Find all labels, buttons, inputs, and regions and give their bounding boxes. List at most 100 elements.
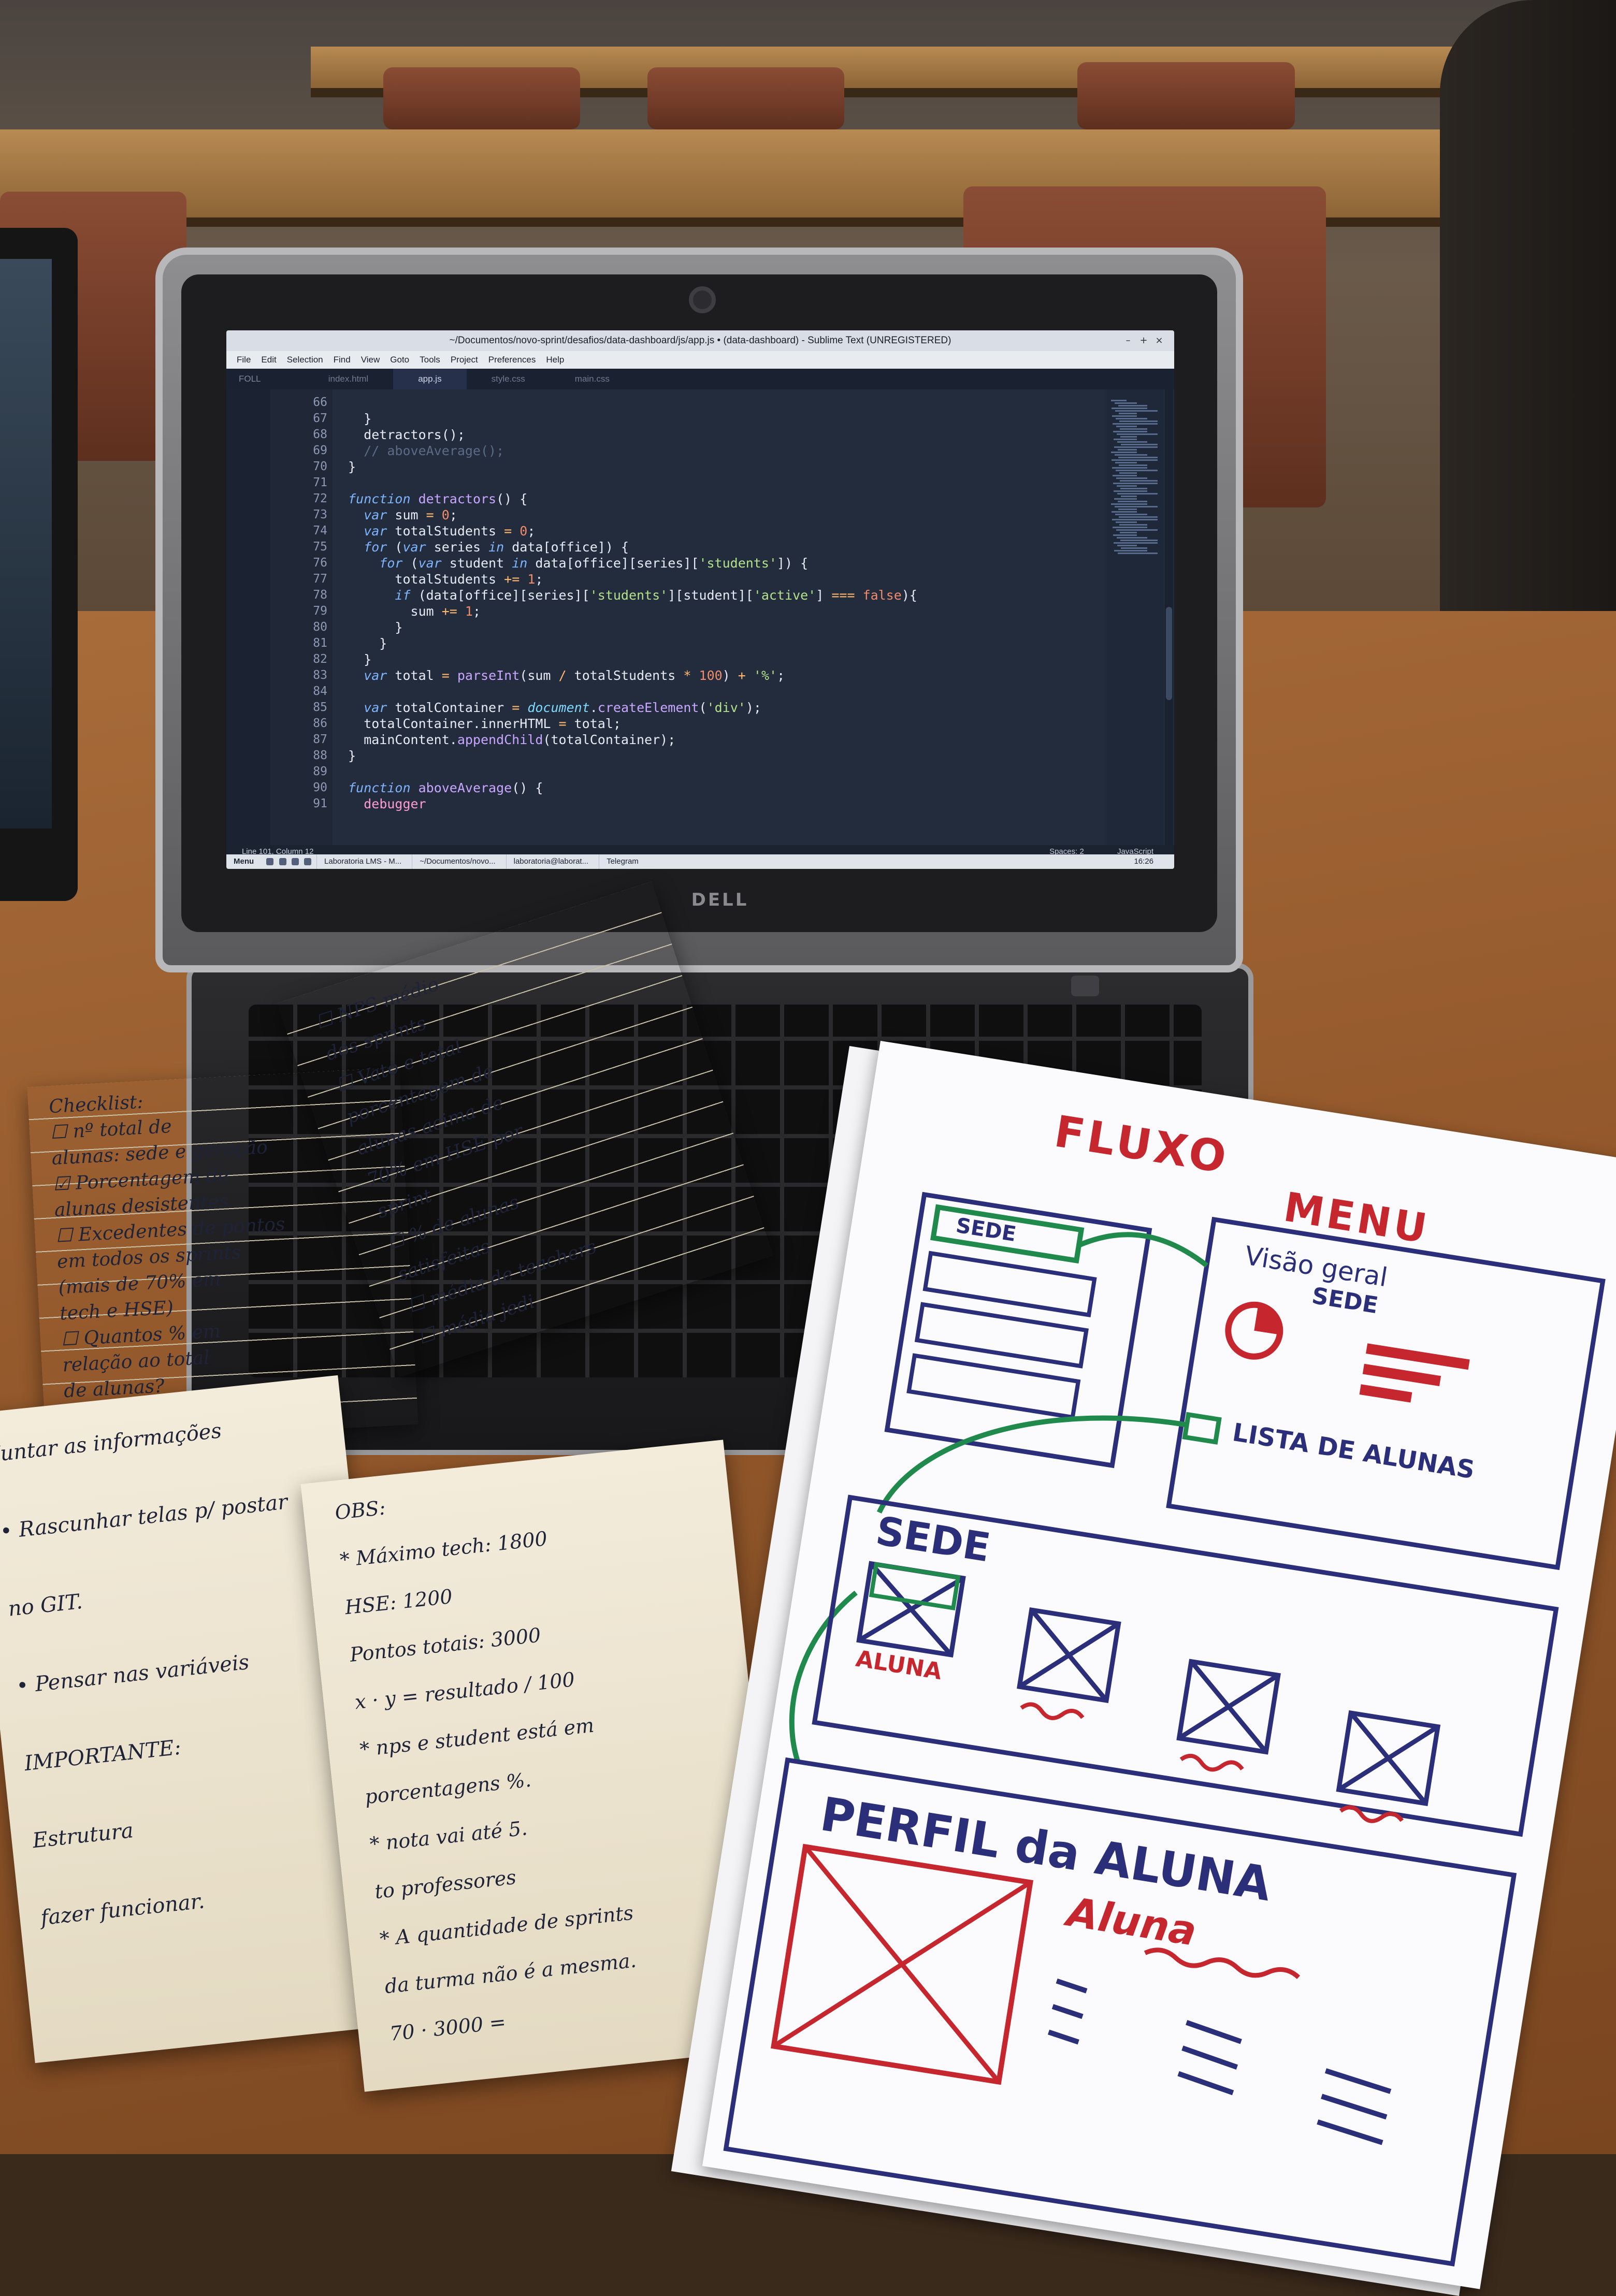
minimap[interactable] bbox=[1107, 389, 1164, 845]
menu-item-view[interactable]: View bbox=[361, 351, 380, 369]
minimap-line bbox=[1114, 542, 1158, 544]
minimap-line bbox=[1119, 464, 1147, 466]
code-line[interactable]: function detractors() { bbox=[333, 491, 527, 507]
code-line[interactable]: totalContainer.innerHTML = total; bbox=[333, 716, 621, 732]
tab-main-css[interactable]: main.css bbox=[550, 369, 634, 389]
minimap-line bbox=[1116, 529, 1158, 531]
code-line[interactable]: } bbox=[333, 619, 402, 635]
minimap-line bbox=[1121, 547, 1147, 549]
line-number: 80 bbox=[313, 620, 327, 634]
minimap-line bbox=[1113, 534, 1137, 536]
tab-style-css[interactable]: style.css bbox=[467, 369, 550, 389]
scroll-thumb[interactable] bbox=[1166, 607, 1172, 700]
app-icon[interactable] bbox=[279, 858, 286, 866]
code-line[interactable]: function aboveAverage() { bbox=[333, 780, 543, 796]
code-line[interactable]: detractors(); bbox=[333, 427, 465, 443]
line-number: 81 bbox=[313, 636, 327, 650]
laptop-screen: ~/Documentos/novo-sprint/desafios/data-d… bbox=[226, 330, 1174, 869]
handwritten-line: Juntar as informações bbox=[0, 1419, 223, 1467]
code-line[interactable]: } bbox=[333, 748, 356, 764]
app-icon[interactable] bbox=[291, 858, 299, 866]
code-line[interactable]: totalStudents += 1; bbox=[333, 571, 543, 587]
line-number: 91 bbox=[313, 797, 327, 810]
code-line[interactable]: for (var student in data[office][series]… bbox=[333, 555, 808, 571]
minimap-line bbox=[1115, 410, 1158, 412]
scrollbar[interactable] bbox=[1165, 389, 1173, 845]
menu-item-project[interactable]: Project bbox=[451, 351, 478, 369]
minimap-line bbox=[1118, 457, 1158, 458]
power-button[interactable] bbox=[1071, 976, 1099, 996]
code-line[interactable]: } bbox=[333, 411, 371, 427]
code-line[interactable]: var totalStudents = 0; bbox=[333, 523, 535, 539]
line-number: 84 bbox=[313, 685, 327, 698]
minimap-line bbox=[1119, 516, 1158, 518]
minimap-line bbox=[1112, 467, 1147, 469]
code-line[interactable]: debugger bbox=[333, 796, 426, 812]
menu-item-file[interactable]: File bbox=[237, 351, 251, 369]
name-scribble bbox=[1020, 1702, 1085, 1720]
chair bbox=[1077, 62, 1295, 129]
minimap-line bbox=[1116, 521, 1137, 523]
code-line[interactable]: var totalContainer = document.createElem… bbox=[333, 700, 761, 716]
line-number: 69 bbox=[313, 444, 327, 457]
close-icon[interactable]: × bbox=[1151, 330, 1167, 351]
minimap-line bbox=[1115, 402, 1137, 404]
code-line[interactable]: var total = parseInt(sum / totalStudents… bbox=[333, 667, 785, 684]
menu-bar: File Edit Selection Find View Goto Tools Projec… bbox=[226, 351, 1174, 369]
menu-item-goto[interactable]: Goto bbox=[390, 351, 409, 369]
code-line[interactable]: mainContent.appendChild(totalContainer); bbox=[333, 732, 675, 748]
minimap-line bbox=[1114, 498, 1137, 500]
bar-icon bbox=[1362, 1363, 1441, 1386]
taskbar-task[interactable]: ~/Documentos/novo... bbox=[412, 854, 502, 869]
handwritten-line: * nps e student está em bbox=[358, 1713, 596, 1761]
line-number: 71 bbox=[313, 476, 327, 489]
menu-item-edit[interactable]: Edit bbox=[261, 351, 276, 369]
handwritten-line: ☐ Quantos % em bbox=[60, 1320, 221, 1350]
maximize-icon[interactable]: + bbox=[1136, 330, 1151, 351]
code-line[interactable]: } bbox=[333, 459, 356, 475]
code-line[interactable]: } bbox=[333, 651, 371, 667]
minimap-line bbox=[1116, 418, 1147, 419]
menu-item-selection[interactable]: Selection bbox=[287, 351, 323, 369]
menu-item-help[interactable]: Help bbox=[546, 351, 564, 369]
minimap-line bbox=[1120, 540, 1158, 541]
menu-item-tools[interactable]: Tools bbox=[420, 351, 440, 369]
code-line[interactable]: sum += 1; bbox=[333, 603, 481, 619]
taskbar-task[interactable]: laboratoria@laborat... bbox=[506, 854, 596, 869]
code-line[interactable]: for (var series in data[office]) { bbox=[333, 539, 629, 555]
taskbar-task[interactable]: Telegram bbox=[599, 854, 646, 869]
code-line[interactable]: var sum = 0; bbox=[333, 507, 457, 523]
minimap-line bbox=[1121, 444, 1158, 445]
minimap-line bbox=[1115, 454, 1147, 456]
minimap-line bbox=[1120, 480, 1158, 482]
minimize-icon[interactable]: – bbox=[1120, 330, 1136, 351]
name-scribble bbox=[1179, 1753, 1244, 1772]
code-line[interactable]: // aboveAverage(); bbox=[333, 443, 504, 459]
handwritten-line: • Pensar nas variáveis bbox=[15, 1650, 251, 1698]
handwritten-line: no GIT. bbox=[7, 1589, 84, 1621]
menu-item bbox=[914, 1302, 1089, 1369]
line-number: 74 bbox=[313, 524, 327, 537]
gutter: 66 67 68 69 70 71 72 73 74 75 76 77 78 79 80 81 82 83 84 85… bbox=[270, 389, 333, 845]
handwritten-line: Pontos totais: 3000 bbox=[349, 1623, 542, 1666]
handwritten-line: Estrutura bbox=[31, 1819, 135, 1853]
code-area[interactable]: } detractors(); // aboveAverage(); } fun… bbox=[333, 389, 1104, 845]
app-icon[interactable] bbox=[266, 858, 274, 866]
tab-index-html[interactable]: index.html bbox=[304, 369, 393, 389]
code-line[interactable]: } bbox=[333, 635, 387, 651]
menu-item-find[interactable]: Find bbox=[334, 351, 351, 369]
minimap-line bbox=[1113, 423, 1158, 425]
minimap-line bbox=[1113, 431, 1147, 432]
app-icon[interactable] bbox=[304, 858, 311, 866]
taskbar-task[interactable]: Laboratoria LMS - M... bbox=[316, 854, 409, 869]
handwritten-line: porcentagens %. bbox=[364, 1768, 532, 1809]
start-menu-button[interactable]: Menu bbox=[226, 854, 261, 869]
side-laptop-screen bbox=[0, 259, 52, 829]
handwritten-line: OBS: bbox=[334, 1496, 387, 1524]
menu-item-preferences[interactable]: Preferences bbox=[488, 351, 536, 369]
handwritten-line: (mais de 70% em bbox=[57, 1269, 222, 1299]
code-line[interactable]: if (data[office][series]['students'][stu… bbox=[333, 587, 917, 603]
minimap-line bbox=[1115, 514, 1147, 515]
minimap-line bbox=[1118, 449, 1137, 451]
tab-app-js[interactable]: app.js bbox=[393, 369, 467, 389]
